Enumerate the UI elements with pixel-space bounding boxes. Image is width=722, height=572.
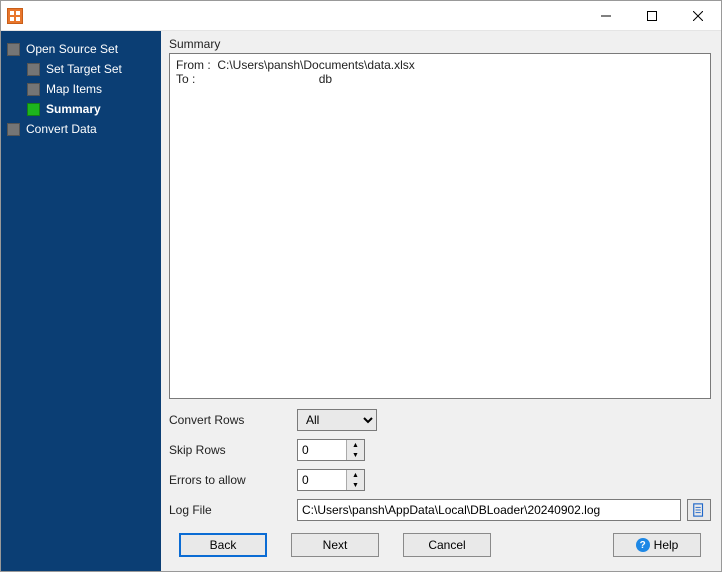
spin-up-button[interactable]: ▲ <box>347 470 364 480</box>
convert-rows-select[interactable]: All <box>297 409 377 431</box>
step-box-icon <box>27 103 40 116</box>
document-icon <box>692 503 706 517</box>
cancel-button-label: Cancel <box>428 538 465 552</box>
step-label: Summary <box>46 102 101 116</box>
close-button[interactable] <box>675 1 721 31</box>
spin-down-button[interactable]: ▼ <box>347 480 364 490</box>
log-file-browse-button[interactable] <box>687 499 711 521</box>
cancel-button[interactable]: Cancel <box>403 533 491 557</box>
window-controls <box>583 1 721 31</box>
step-set-target-set[interactable]: Set Target Set <box>5 59 157 79</box>
step-box-icon <box>7 43 20 56</box>
wizard-window: Open Source Set Set Target Set Map Items… <box>0 0 722 572</box>
minimize-button[interactable] <box>583 1 629 31</box>
titlebar <box>1 1 721 31</box>
step-map-items[interactable]: Map Items <box>5 79 157 99</box>
spin-up-button[interactable]: ▲ <box>347 440 364 450</box>
skip-rows-label: Skip Rows <box>169 443 297 457</box>
section-title: Summary <box>169 37 711 51</box>
wizard-button-bar: Back Next Cancel ? Help <box>169 521 711 571</box>
help-button-label: Help <box>654 538 679 552</box>
step-box-icon <box>27 83 40 96</box>
step-label: Open Source Set <box>26 42 118 56</box>
next-button[interactable]: Next <box>291 533 379 557</box>
maximize-button[interactable] <box>629 1 675 31</box>
step-convert-data[interactable]: Convert Data <box>5 119 157 139</box>
options-form: Convert Rows All Skip Rows ▲ ▼ <box>169 399 711 521</box>
errors-allow-input[interactable] <box>298 470 346 490</box>
log-file-input[interactable] <box>297 499 681 521</box>
step-box-icon <box>7 123 20 136</box>
step-open-source-set[interactable]: Open Source Set <box>5 39 157 59</box>
back-button[interactable]: Back <box>179 533 267 557</box>
step-label: Map Items <box>46 82 102 96</box>
errors-allow-label: Errors to allow <box>169 473 297 487</box>
next-button-label: Next <box>323 538 348 552</box>
step-box-icon <box>27 63 40 76</box>
main-panel: Summary From : C:\Users\pansh\Documents\… <box>161 31 721 571</box>
app-icon <box>7 8 23 24</box>
skip-rows-input[interactable] <box>298 440 346 460</box>
wizard-steps-sidebar: Open Source Set Set Target Set Map Items… <box>1 31 161 571</box>
log-file-label: Log File <box>169 503 297 517</box>
step-summary[interactable]: Summary <box>5 99 157 119</box>
convert-rows-label: Convert Rows <box>169 413 297 427</box>
step-label: Convert Data <box>26 122 97 136</box>
spin-down-button[interactable]: ▼ <box>347 450 364 460</box>
help-icon: ? <box>636 538 650 552</box>
summary-textbox[interactable]: From : C:\Users\pansh\Documents\data.xls… <box>169 53 711 399</box>
help-button[interactable]: ? Help <box>613 533 701 557</box>
errors-allow-spinner[interactable]: ▲ ▼ <box>297 469 365 491</box>
back-button-label: Back <box>210 538 237 552</box>
step-label: Set Target Set <box>46 62 122 76</box>
skip-rows-spinner[interactable]: ▲ ▼ <box>297 439 365 461</box>
